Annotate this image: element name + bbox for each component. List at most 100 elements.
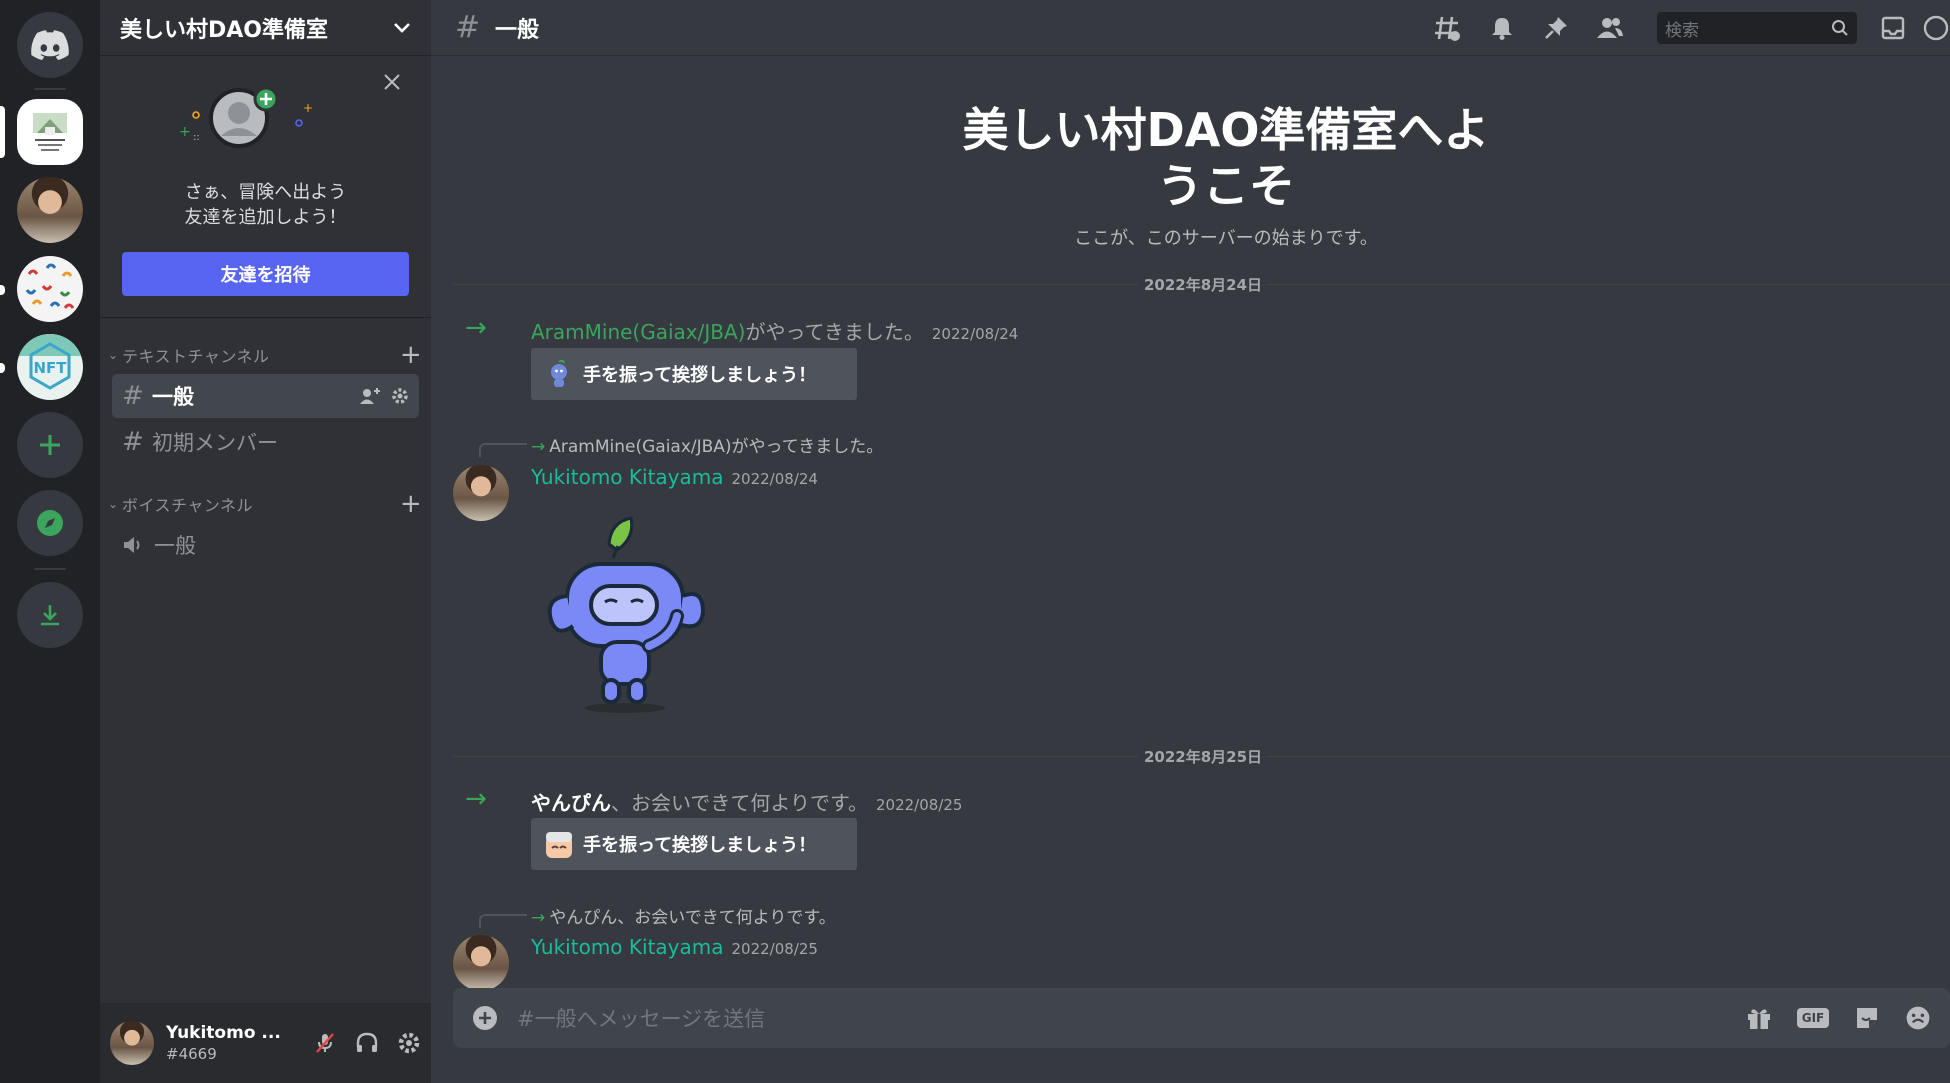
join-arrow-icon: →	[465, 313, 487, 343]
gear-icon[interactable]	[391, 387, 409, 405]
invite-friends-button[interactable]: 友達を招待	[122, 252, 409, 296]
user-avatar[interactable]	[110, 1021, 154, 1065]
discord-logo-icon	[31, 30, 69, 60]
server-header[interactable]: 美しい村DAO準備室	[100, 0, 431, 56]
message-timestamp: 2022/08/24	[931, 325, 1019, 343]
emoji-button[interactable]	[1904, 1001, 1932, 1035]
gif-button[interactable]: GIF	[1796, 1001, 1830, 1035]
members-icon	[1597, 18, 1623, 38]
server-icon-utsukushii-mura[interactable]	[17, 99, 83, 165]
wave-to-say-hi-button[interactable]: 手を振って挨拶しましょう！	[531, 818, 857, 870]
invite-text-line1: さぁ、冒険へ出よう	[184, 182, 347, 203]
author-avatar[interactable]	[453, 465, 509, 521]
message-header: Yukitomo Kitayama 2022/08/25	[531, 935, 818, 959]
message-author[interactable]: Yukitomo Kitayama	[531, 935, 724, 959]
welcome-title-line1: 美しい村DAO準備室へよ	[962, 103, 1490, 157]
gift-icon	[1748, 1009, 1770, 1029]
search-input[interactable]: 検索	[1657, 12, 1857, 44]
date-divider-label: 2022年8月25日	[1138, 746, 1269, 767]
message-author[interactable]: Yukitomo Kitayama	[531, 465, 724, 489]
inbox-button[interactable]	[1877, 12, 1909, 44]
explore-servers-button[interactable]	[17, 490, 83, 556]
wave-button-label: 手を振って挨拶しましょう！	[583, 365, 817, 386]
avatar-sticker-icon	[541, 826, 577, 862]
reply-text: やんぴん、お会いできて何よりです。	[549, 908, 836, 928]
nft-logo-icon: NFT	[17, 334, 83, 390]
channel-name: 初期メンバー	[152, 431, 278, 455]
server-icon-photo-person[interactable]	[17, 177, 83, 243]
channel-sidebar: 美しい村DAO準備室 + :: + さぁ、冒険へ出よう 友達を追加しよう！ 友達…	[100, 0, 431, 1083]
rail-separator	[34, 88, 66, 90]
category-voice-channels[interactable]: ⌄ ボイスチャンネル +	[108, 489, 423, 519]
notification-settings-button[interactable]	[1486, 12, 1518, 44]
inbox-icon	[1881, 16, 1905, 40]
village-logo-icon	[33, 113, 67, 151]
user-info[interactable]: Yukitomo ... #4669	[166, 1023, 313, 1063]
svg-text:+: +	[179, 124, 191, 140]
pinned-messages-button[interactable]	[1540, 12, 1572, 44]
joined-username[interactable]: やんぴん	[531, 791, 611, 815]
create-channel-plus-icon[interactable]: +	[399, 340, 423, 370]
server-name: 美しい村DAO準備室	[120, 17, 328, 43]
invite-text: さぁ、冒険へ出よう 友達を追加しよう！	[100, 180, 431, 230]
chevron-down-icon	[394, 22, 410, 33]
help-button[interactable]	[1922, 12, 1950, 44]
join-arrow-icon: →	[465, 784, 487, 814]
message-timestamp: 2022/08/24	[731, 470, 818, 488]
reply-reference[interactable]: → やんぴん、お会いできて何よりです。	[531, 903, 836, 928]
threads-icon	[1435, 16, 1460, 41]
chevron-down-icon: ⌄	[108, 348, 119, 362]
upload-plus-icon[interactable]	[471, 1004, 499, 1032]
text-channel-hash-icon: #	[122, 381, 144, 411]
wave-to-say-hi-button[interactable]: 手を振って挨拶しましょう！	[531, 348, 857, 400]
message-input[interactable]: #一般へメッセージを送信	[517, 1003, 1722, 1033]
unread-indicator	[0, 363, 5, 373]
category-text-channels[interactable]: ⌄ テキストチャンネル +	[108, 340, 423, 370]
sticker-button[interactable]	[1850, 1001, 1884, 1035]
locked-channel-hash-icon: #	[122, 427, 144, 457]
create-channel-plus-icon[interactable]: +	[399, 489, 423, 519]
channel-title: 一般	[495, 17, 540, 43]
reply-text: AramMine(Gaiax/JBA)がやってきました。	[549, 437, 884, 457]
channel-initial-members[interactable]: # 初期メンバー	[112, 420, 419, 464]
member-list-button[interactable]	[1594, 12, 1626, 44]
chevron-down-icon: ⌄	[108, 497, 119, 511]
arrow-right-icon: →	[531, 908, 546, 928]
close-icon[interactable]	[382, 72, 402, 92]
microphone-muted-icon[interactable]	[313, 1031, 337, 1055]
wumpus-wave-sticker[interactable]	[539, 516, 719, 716]
headphones-icon[interactable]	[355, 1031, 379, 1055]
welcome-subtitle: ここが、このサーバーの始まりです。	[1074, 228, 1378, 249]
add-server-button[interactable]	[17, 412, 83, 478]
download-apps-button[interactable]	[17, 582, 83, 648]
category-label: ボイスチャンネル	[122, 496, 254, 515]
user-name: Yukitomo ...	[166, 1023, 281, 1043]
wave-button-label: 手を振って挨拶しましょう！	[583, 835, 817, 856]
download-icon	[41, 605, 59, 626]
voice-channel-general[interactable]: 一般	[112, 523, 419, 567]
plus-icon	[40, 435, 60, 455]
threads-button[interactable]	[1431, 12, 1463, 44]
channel-name: 一般	[152, 385, 194, 409]
create-invite-icon[interactable]	[359, 386, 383, 406]
unread-indicator	[0, 285, 5, 295]
message-header: Yukitomo Kitayama 2022/08/24	[531, 465, 818, 489]
channel-general[interactable]: # 一般	[112, 374, 419, 418]
joined-username[interactable]: AramMine(Gaiax/JBA)	[531, 320, 745, 344]
author-avatar[interactable]	[453, 935, 509, 991]
server-icon-pattern[interactable]	[17, 256, 83, 322]
server-icon-nft[interactable]: NFT	[17, 334, 83, 400]
svg-text:+: +	[303, 101, 313, 115]
wumpus-wave-icon	[541, 356, 577, 392]
text-channel-hash-icon: #	[455, 10, 481, 45]
compass-icon	[37, 510, 63, 536]
user-tag: #4669	[166, 1045, 217, 1063]
channel-name: 一般	[154, 534, 196, 558]
home-button[interactable]	[17, 12, 83, 78]
invite-text-line2: 友達を追加しよう！	[184, 207, 347, 228]
reply-reference[interactable]: → AramMine(Gaiax/JBA)がやってきました。	[531, 432, 883, 457]
reply-connector	[479, 443, 527, 457]
join-message: AramMine(Gaiax/JBA)がやってきました。 2022/08/24	[531, 316, 1018, 345]
gear-icon[interactable]	[397, 1031, 421, 1055]
gift-button[interactable]	[1742, 1001, 1776, 1035]
